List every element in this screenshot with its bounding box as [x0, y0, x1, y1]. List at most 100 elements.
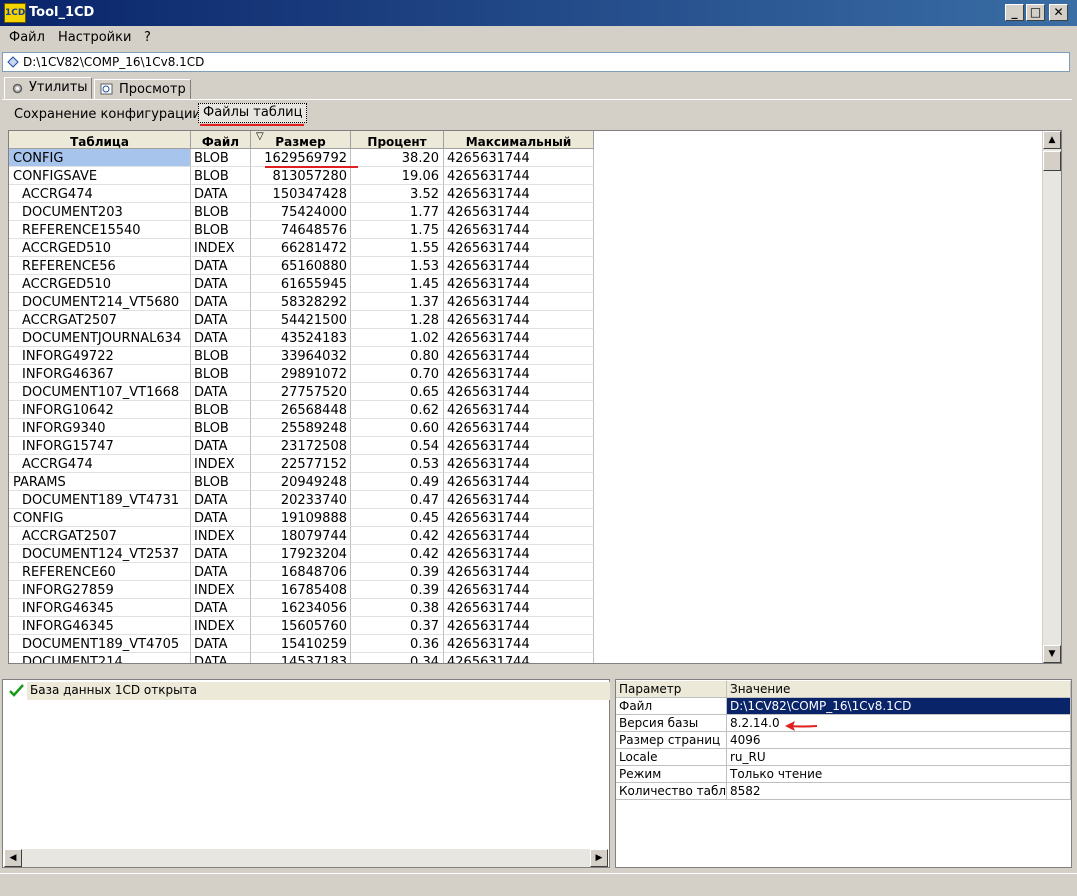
cell-size: 27757520	[251, 383, 351, 401]
property-row[interactable]: Режим Только чтение	[616, 766, 1071, 783]
property-value: 8582	[727, 783, 1071, 800]
table-row[interactable]: DOCUMENT124_VT2537 DATA 17923204 0.42 426563…	[9, 545, 594, 563]
table-row[interactable]: DOCUMENT214_VT5680 DATA 58328292 1.37 426563…	[9, 293, 594, 311]
horizontal-scrollbar[interactable]: ◀ ▶	[4, 849, 608, 867]
property-row[interactable]: Размер страниц 4096	[616, 732, 1071, 749]
cell-table-name: INFORG46345	[9, 617, 191, 635]
scroll-left-button[interactable]: ◀	[4, 849, 22, 867]
table-row[interactable]: ACCRGAT2507 DATA 54421500 1.28 4265631744	[9, 311, 594, 329]
cell-file-type: DATA	[191, 311, 251, 329]
cell-file-type: DATA	[191, 599, 251, 617]
table-row[interactable]: ACCRG474 DATA 150347428 3.52 4265631744	[9, 185, 594, 203]
table-row[interactable]: INFORG46345 INDEX 15605760 0.37 4265631744	[9, 617, 594, 635]
table-row[interactable]: CONFIG BLOB 1629569792 38.20 4265631744	[9, 149, 594, 167]
cell-size: 14537183	[251, 653, 351, 663]
tab-view[interactable]: Просмотр	[94, 79, 191, 100]
cell-size: 15410259	[251, 635, 351, 653]
preview-icon	[100, 83, 113, 95]
cell-percent: 0.36	[351, 635, 444, 653]
subtab-table-files[interactable]: Файлы таблиц	[198, 103, 308, 123]
table-row[interactable]: PARAMS BLOB 20949248 0.49 4265631744	[9, 473, 594, 491]
table-row[interactable]: INFORG46367 BLOB 29891072 0.70 4265631744	[9, 365, 594, 383]
file-path-field[interactable]: D:\1CV82\COMP_16\1Cv8.1CD	[2, 52, 1070, 72]
table-row[interactable]: DOCUMENTJOURNAL634 DATA 43524183 1.02 426563…	[9, 329, 594, 347]
table-row[interactable]: INFORG10642 BLOB 26568448 0.62 4265631744	[9, 401, 594, 419]
table-files-grid[interactable]: Таблица Файл ▽ Размер Процент Максимальн…	[8, 130, 1062, 664]
tab-utilities-label: Утилиты	[29, 80, 88, 95]
property-row[interactable]: Версия базы 8.2.14.0	[616, 715, 1071, 732]
cell-percent: 0.45	[351, 509, 444, 527]
column-header-percent[interactable]: Процент	[351, 131, 444, 149]
cell-file-type: DATA	[191, 275, 251, 293]
menu-settings[interactable]: Настройки	[58, 30, 131, 45]
property-row[interactable]: Количество таблиц8582	[616, 783, 1071, 800]
table-row[interactable]: INFORG15747 DATA 23172508 0.54 4265631744	[9, 437, 594, 455]
table-row[interactable]: DOCUMENT203 BLOB 75424000 1.77 4265631744	[9, 203, 594, 221]
close-button[interactable]: ✕	[1049, 4, 1068, 21]
cell-percent: 0.65	[351, 383, 444, 401]
cell-size: 150347428	[251, 185, 351, 203]
title-bar[interactable]: 1CD Tool_1CD _ □ ✕	[0, 0, 1077, 26]
menu-file[interactable]: Файл	[9, 30, 45, 45]
cell-percent: 1.28	[351, 311, 444, 329]
cell-table-name: ACCRG474	[9, 455, 191, 473]
log-panel[interactable]: База данных 1CD открыта ◀ ▶	[2, 679, 610, 868]
table-row[interactable]: CONFIGSAVE BLOB 813057280 19.06 4265631744	[9, 167, 594, 185]
cell-max: 4265631744	[444, 437, 594, 455]
property-row[interactable]: Locale ru_RU	[616, 749, 1071, 766]
property-name: Locale	[616, 749, 727, 766]
tab-utilities[interactable]: Утилиты	[4, 77, 92, 99]
column-header-max[interactable]: Максимальный	[444, 131, 594, 149]
column-header-size[interactable]: ▽ Размер	[251, 131, 351, 149]
property-name: Режим	[616, 766, 727, 783]
cell-size: 58328292	[251, 293, 351, 311]
table-row[interactable]: ACCRGAT2507 INDEX 18079744 0.42 4265631744	[9, 527, 594, 545]
table-row[interactable]: INFORG46345 DATA 16234056 0.38 4265631744	[9, 599, 594, 617]
table-row[interactable]: INFORG9340 BLOB 25589248 0.60 4265631744	[9, 419, 594, 437]
table-row[interactable]: REFERENCE56 DATA 65160880 1.53 4265631744	[9, 257, 594, 275]
status-bar	[0, 873, 1077, 896]
scroll-thumb[interactable]	[1043, 151, 1061, 171]
cell-size: 29891072	[251, 365, 351, 383]
scroll-up-button[interactable]: ▲	[1043, 131, 1061, 149]
minimize-button[interactable]: _	[1005, 4, 1024, 21]
table-row[interactable]: REFERENCE15540 BLOB 74648576 1.75 4265631744	[9, 221, 594, 239]
cell-max: 4265631744	[444, 599, 594, 617]
table-row[interactable]: INFORG27859 INDEX 16785408 0.39 4265631744	[9, 581, 594, 599]
table-row[interactable]: CONFIG DATA 19109888 0.45 4265631744	[9, 509, 594, 527]
maximize-button[interactable]: □	[1026, 4, 1045, 21]
table-row[interactable]: DOCUMENT189_VT4705 DATA 15410259 0.36 426563…	[9, 635, 594, 653]
table-row[interactable]: DOCUMENT214 DATA 14537183 0.34 4265631744	[9, 653, 594, 663]
table-row[interactable]: DOCUMENT107_VT1668 DATA 27757520 0.65 426563…	[9, 383, 594, 401]
log-message: База данных 1CD открыта	[30, 683, 197, 697]
column-header-parameter[interactable]: Параметр	[616, 681, 727, 698]
column-header-file[interactable]: Файл	[191, 131, 251, 149]
cell-percent: 0.62	[351, 401, 444, 419]
app-logo-icon: 1CD	[4, 3, 26, 23]
properties-panel[interactable]: Параметр Значение Файл D:\1CV82\COMP_16\1…	[615, 679, 1072, 868]
property-value: 8.2.14.0	[727, 715, 1071, 732]
cell-table-name: INFORG46345	[9, 599, 191, 617]
cell-table-name: DOCUMENT214	[9, 653, 191, 663]
cell-max: 4265631744	[444, 527, 594, 545]
cell-percent: 0.39	[351, 563, 444, 581]
property-row[interactable]: Файл D:\1CV82\COMP_16\1Cv8.1CD	[616, 698, 1071, 715]
scroll-right-button[interactable]: ▶	[590, 849, 608, 867]
table-row[interactable]: REFERENCE60 DATA 16848706 0.39 4265631744	[9, 563, 594, 581]
cell-max: 4265631744	[444, 149, 594, 167]
vertical-scrollbar[interactable]: ▲ ▼	[1042, 131, 1061, 663]
properties-header: Параметр Значение	[616, 681, 1071, 698]
cell-max: 4265631744	[444, 257, 594, 275]
table-row[interactable]: ACCRGED510 DATA 61655945 1.45 4265631744	[9, 275, 594, 293]
menu-help[interactable]: ?	[144, 30, 151, 45]
table-row[interactable]: INFORG49722 BLOB 33964032 0.80 4265631744	[9, 347, 594, 365]
scroll-down-button[interactable]: ▼	[1043, 645, 1061, 663]
subtab-save-config[interactable]: Сохранение конфигурации	[10, 105, 205, 126]
table-row[interactable]: DOCUMENT189_VT4731 DATA 20233740 0.47 426563…	[9, 491, 594, 509]
table-row[interactable]: ACCRGED510 INDEX 66281472 1.55 4265631744	[9, 239, 594, 257]
menu-bar: Файл Настройки ?	[0, 26, 1077, 50]
column-header-table[interactable]: Таблица	[9, 131, 191, 149]
column-header-value[interactable]: Значение	[727, 681, 1071, 698]
table-row[interactable]: ACCRG474 INDEX 22577152 0.53 4265631744	[9, 455, 594, 473]
cell-max: 4265631744	[444, 365, 594, 383]
